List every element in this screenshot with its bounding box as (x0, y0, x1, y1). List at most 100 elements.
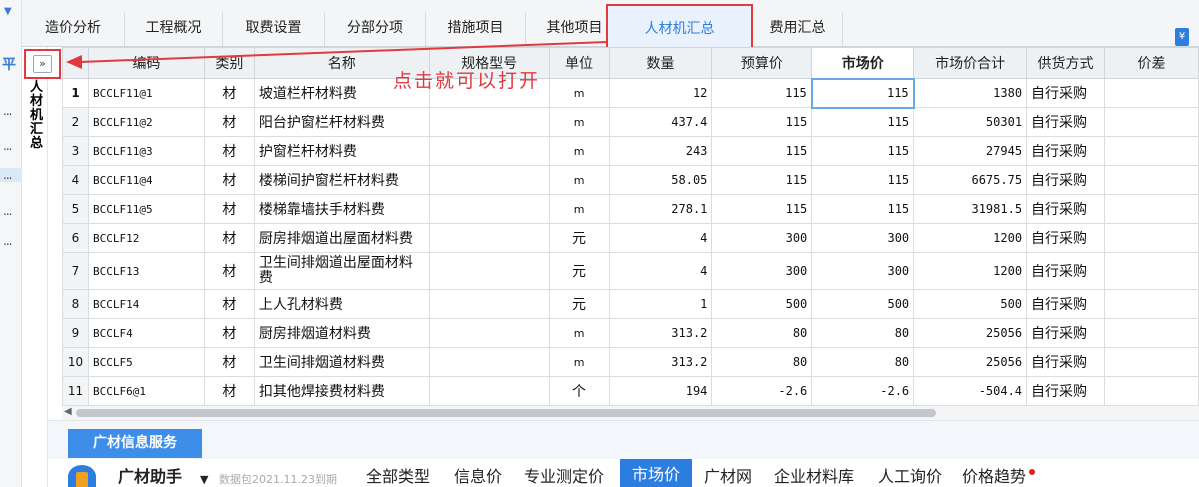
collapse-arrow-icon[interactable]: ▼ (4, 6, 12, 17)
cell-unit[interactable]: 个 (548, 376, 610, 406)
cell-market-price[interactable]: -2.6 (811, 376, 915, 406)
cell-market-price[interactable]: 300 (811, 252, 915, 290)
table-row[interactable]: 9 BCCLF4 材厨房排烟道材料费 m 313.2 80 80 25056 自行采购 (62, 318, 1199, 348)
cell-market-price[interactable]: 80 (811, 318, 915, 348)
cell-name[interactable]: 卫生间排烟道出屋面材料费 (253, 252, 430, 290)
sidebar-item[interactable]: ... (3, 234, 13, 248)
cell-name[interactable]: 上人孔材料费 (253, 289, 430, 319)
cell-supply-method[interactable]: 自行采购 (1026, 165, 1106, 195)
cell-price-diff[interactable] (1104, 347, 1199, 377)
cell-type[interactable]: 材 (203, 223, 255, 253)
tool-price-trend[interactable]: 价格趋势 (962, 465, 1026, 487)
cell-name[interactable]: 护窗栏杆材料费 (253, 136, 430, 166)
cell-type[interactable]: 材 (203, 252, 255, 290)
cell-quantity[interactable]: 1 (608, 289, 713, 319)
tab-fee-settings[interactable]: 取费设置 (223, 12, 325, 46)
cell-name[interactable]: 阳台护窗栏杆材料费 (253, 107, 430, 137)
header-market-total[interactable]: 市场价合计 (913, 47, 1028, 79)
cell-budget-price[interactable]: 300 (711, 252, 813, 290)
tool-material-net[interactable]: 广材网 (704, 465, 752, 487)
cell-market-price[interactable]: 115 (811, 136, 915, 166)
cell-code[interactable]: BCCLF4 (87, 318, 205, 348)
cell-spec[interactable] (428, 252, 550, 290)
cell-budget-price[interactable]: 115 (711, 78, 813, 108)
cell-market-total[interactable]: 25056 (913, 347, 1028, 377)
table-row[interactable]: 3 BCCLF11@3 材护窗栏杆材料费 m 243 115 115 27945 自行采购 (62, 136, 1199, 166)
tab-project-overview[interactable]: 工程概况 (125, 12, 223, 46)
cell-supply-method[interactable]: 自行采购 (1026, 252, 1106, 290)
table-row[interactable]: 7 BCCLF13 材卫生间排烟道出屋面材料费元 4 300 300 1200 自行采购 (62, 252, 1199, 290)
cell-market-total[interactable]: 25056 (913, 318, 1028, 348)
filter-icon[interactable]: ¥ (1175, 28, 1189, 46)
cell-code[interactable]: BCCLF6@1 (87, 376, 205, 406)
header-budget-price[interactable]: 预算价 (711, 47, 813, 79)
table-row[interactable]: 8 BCCLF14 材上人孔材料费元 1 500 500 500 自行采购 (62, 289, 1199, 319)
table-row[interactable]: 11 BCCLF6@1 材扣其他焊接费材料费个 194 -2.6 -2.6 -504.4 自行… (62, 376, 1199, 406)
tool-all-types[interactable]: 全部类型 (366, 465, 430, 487)
header-quantity[interactable]: 数量 (608, 47, 713, 79)
cell-supply-method[interactable]: 自行采购 (1026, 289, 1106, 319)
cell-budget-price[interactable]: 115 (711, 107, 813, 137)
tool-info-price[interactable]: 信息价 (454, 465, 502, 487)
cell-code[interactable]: BCCLF11@1 (87, 78, 205, 108)
cell-type[interactable]: 材 (203, 376, 255, 406)
cell-code[interactable]: BCCLF5 (87, 347, 205, 377)
cell-price-diff[interactable] (1104, 78, 1199, 108)
table-row[interactable]: 4 BCCLF11@4 材楼梯间护窗栏杆材料费 m 58.05 115 115 6675.75… (62, 165, 1199, 195)
cell-quantity[interactable]: 243 (608, 136, 713, 166)
cell-type[interactable]: 材 (203, 78, 255, 108)
cell-type[interactable]: 材 (203, 347, 255, 377)
cell-quantity[interactable]: 278.1 (608, 194, 713, 224)
cell-type[interactable]: 材 (203, 107, 255, 137)
tab-measure-items[interactable]: 措施项目 (426, 12, 526, 46)
cell-price-diff[interactable] (1104, 223, 1199, 253)
cell-spec[interactable] (428, 194, 550, 224)
cell-supply-method[interactable]: 自行采购 (1026, 376, 1106, 406)
cell-unit[interactable]: 元 (548, 223, 610, 253)
cell-market-total[interactable]: -504.4 (913, 376, 1028, 406)
cell-spec[interactable] (428, 318, 550, 348)
tab-material-info-service[interactable]: 广材信息服务 (68, 429, 202, 458)
cell-code[interactable]: BCCLF13 (87, 252, 205, 290)
cell-market-total[interactable]: 1380 (913, 78, 1028, 108)
cell-type[interactable]: 材 (203, 165, 255, 195)
cell-supply-method[interactable]: 自行采购 (1026, 107, 1106, 137)
cell-unit[interactable]: 元 (548, 289, 610, 319)
cell-quantity[interactable]: 437.4 (608, 107, 713, 137)
cell-spec[interactable] (428, 136, 550, 166)
cell-spec[interactable] (428, 107, 550, 137)
cell-unit[interactable]: m (548, 194, 610, 224)
cell-unit[interactable]: 元 (548, 252, 610, 290)
cell-quantity[interactable]: 58.05 (608, 165, 713, 195)
cell-budget-price[interactable]: 115 (711, 165, 813, 195)
cell-supply-method[interactable]: 自行采购 (1026, 194, 1106, 224)
cell-name[interactable]: 厨房排烟道材料费 (253, 318, 430, 348)
cell-market-total[interactable]: 1200 (913, 252, 1028, 290)
cell-market-price[interactable]: 115 (810, 77, 915, 109)
scrollbar-thumb[interactable] (76, 409, 936, 417)
header-code[interactable]: 编码 (87, 47, 205, 79)
cell-code[interactable]: BCCLF14 (87, 289, 205, 319)
brand-dropdown-icon[interactable]: ▼ (200, 468, 208, 487)
cell-code[interactable]: BCCLF11@5 (87, 194, 205, 224)
table-row[interactable]: 6 BCCLF12 材厨房排烟道出屋面材料费元 4 300 300 1200 自行采购 (62, 223, 1199, 253)
cell-unit[interactable]: m (548, 107, 610, 137)
cell-price-diff[interactable] (1104, 318, 1199, 348)
tab-cost-analysis[interactable]: 造价分析 (22, 12, 125, 46)
cell-market-price[interactable]: 115 (811, 107, 915, 137)
cell-price-diff[interactable] (1104, 289, 1199, 319)
cell-supply-method[interactable]: 自行采购 (1026, 136, 1106, 166)
cell-quantity[interactable]: 313.2 (608, 347, 713, 377)
cell-market-price[interactable]: 80 (811, 347, 915, 377)
table-row[interactable]: 5 BCCLF11@5 材楼梯靠墙扶手材料费 m 278.1 115 115 31981.5 自… (62, 194, 1199, 224)
table-row[interactable]: 1 BCCLF11@1 材坡道栏杆材料费 m 12 115 115 1380 自行采购 (62, 77, 1199, 109)
brand-label[interactable]: 广材助手 (118, 465, 182, 487)
cell-code[interactable]: BCCLF11@2 (87, 107, 205, 137)
header-unit[interactable]: 单位 (548, 47, 610, 79)
cell-unit[interactable]: m (548, 318, 610, 348)
cell-budget-price[interactable]: 500 (711, 289, 813, 319)
cell-supply-method[interactable]: 自行采购 (1026, 78, 1106, 108)
cell-code[interactable]: BCCLF12 (87, 223, 205, 253)
cell-budget-price[interactable]: 80 (711, 318, 813, 348)
cell-quantity[interactable]: 4 (608, 223, 713, 253)
